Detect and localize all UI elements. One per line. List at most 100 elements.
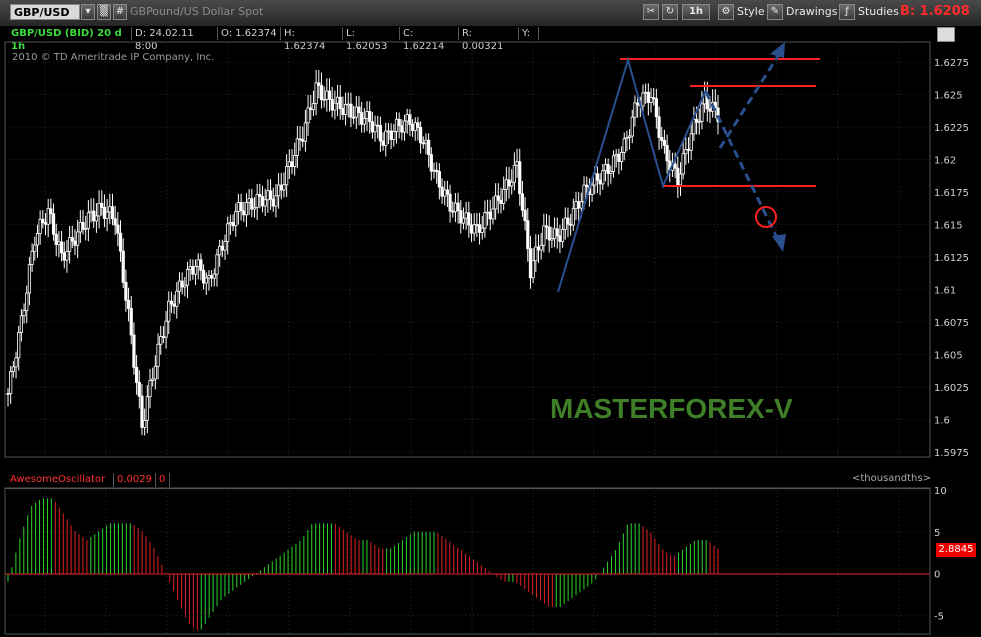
candle — [338, 84, 342, 120]
candle — [247, 189, 251, 216]
candle — [199, 253, 203, 281]
candle — [595, 166, 600, 194]
candle — [611, 150, 616, 178]
candle — [394, 112, 399, 144]
candle — [260, 185, 265, 213]
candle — [684, 137, 688, 165]
candle — [319, 72, 324, 109]
candle — [322, 86, 326, 108]
candle — [510, 169, 514, 195]
price-axis-label: 1.6125 — [934, 253, 969, 264]
candle — [263, 188, 267, 217]
candle — [483, 200, 487, 238]
candle — [547, 215, 551, 253]
candle — [451, 201, 455, 218]
candle — [496, 183, 500, 214]
price-axis-label: 1.6275 — [934, 58, 969, 69]
candle — [193, 259, 198, 285]
candle — [116, 212, 120, 247]
candle — [30, 243, 34, 272]
candle — [357, 96, 361, 126]
candle — [445, 180, 449, 208]
candle — [201, 264, 206, 290]
candle — [491, 196, 495, 225]
candle — [81, 209, 85, 235]
candle — [488, 199, 492, 231]
candle — [143, 408, 147, 437]
candle — [59, 230, 64, 262]
candle — [309, 94, 313, 121]
candle — [132, 322, 136, 375]
candle — [352, 105, 356, 124]
candle — [126, 287, 131, 322]
candle — [681, 141, 685, 180]
candle — [373, 115, 377, 142]
candle — [419, 121, 423, 154]
candle — [603, 158, 608, 182]
candle — [306, 94, 310, 136]
candle — [335, 84, 340, 117]
candle — [118, 220, 123, 262]
candle — [523, 197, 527, 231]
candle — [662, 129, 667, 154]
candle — [402, 114, 407, 141]
price-axis-label: 1.6025 — [934, 383, 969, 394]
copyright-text: 2010 © TD Ameritrade IP Company, Inc. — [12, 52, 215, 63]
candle — [424, 133, 428, 155]
candle — [35, 224, 40, 258]
candle — [68, 226, 72, 264]
candle — [11, 361, 15, 378]
candle — [153, 355, 157, 390]
candle — [102, 194, 107, 228]
candle — [22, 303, 26, 324]
candle — [622, 132, 626, 161]
candle — [566, 207, 570, 238]
candle — [57, 231, 61, 258]
ao-axis-label: 0 — [934, 570, 940, 581]
price-axis-label: 1.61 — [934, 286, 956, 297]
candle — [368, 101, 372, 134]
candle — [78, 210, 82, 243]
candle — [156, 333, 160, 380]
candle — [38, 210, 42, 245]
candle — [301, 126, 305, 148]
indicator-name[interactable]: AwesomeOscillator — [7, 473, 114, 487]
candle — [563, 207, 567, 240]
projection-up-arrow — [718, 47, 785, 149]
candle — [343, 92, 348, 126]
candle — [518, 148, 522, 206]
candle — [151, 367, 155, 387]
candle — [539, 233, 543, 260]
candle — [692, 106, 696, 141]
candle — [552, 217, 557, 248]
watermark-text: MASTERFOREX-V — [550, 393, 793, 424]
candle — [400, 119, 404, 141]
candle — [646, 83, 650, 116]
candle — [183, 276, 187, 297]
candle — [477, 212, 482, 245]
candle — [84, 215, 88, 241]
price-axis-label: 1.625 — [934, 91, 963, 102]
price-chart[interactable]: 1.62751.6251.62251.621.61751.6151.61251.… — [0, 0, 981, 637]
candle — [708, 95, 712, 123]
candle — [697, 108, 701, 135]
candle — [274, 183, 278, 218]
candle — [421, 136, 425, 149]
candle — [177, 272, 182, 304]
candle — [124, 269, 128, 312]
candle — [164, 311, 168, 349]
candle — [502, 176, 506, 211]
candle — [609, 165, 613, 184]
candle — [49, 198, 53, 224]
candle — [625, 130, 629, 152]
indicator-value-1: 0.0029 — [114, 473, 156, 487]
candle — [464, 201, 468, 230]
candle — [97, 190, 101, 229]
candle — [65, 240, 69, 273]
candle — [569, 214, 573, 236]
candle — [172, 294, 176, 315]
candle — [598, 173, 602, 196]
candle — [145, 385, 149, 434]
candle — [204, 272, 208, 295]
candle — [231, 214, 235, 231]
